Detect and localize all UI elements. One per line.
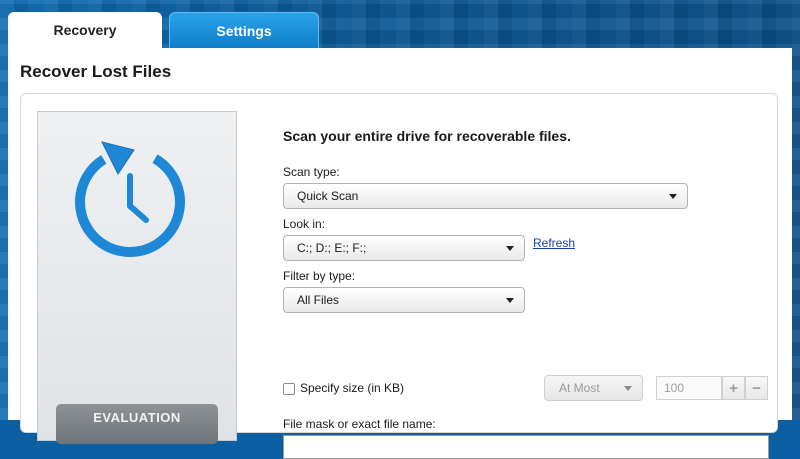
chevron-down-icon xyxy=(624,386,632,391)
look-in-value: C:; D:; E:; F:; xyxy=(297,241,367,255)
tab-recovery[interactable]: Recovery xyxy=(8,12,162,48)
size-mode-value: At Most xyxy=(559,381,600,395)
tab-recovery-label: Recovery xyxy=(53,22,117,38)
size-mode-select[interactable]: At Most xyxy=(544,375,643,401)
evaluation-badge: EVALUATION xyxy=(56,404,218,444)
side-panel: EVALUATION xyxy=(37,111,237,444)
size-input-placeholder: 100 xyxy=(664,381,685,395)
tab-settings-label: Settings xyxy=(216,22,272,39)
filter-label: Filter by type: xyxy=(283,269,356,283)
chevron-down-icon xyxy=(506,298,514,303)
plus-icon: + xyxy=(729,379,738,397)
size-increment-button[interactable]: + xyxy=(722,376,745,400)
main-panel: Recover Lost Files EVALUATION Scan your … xyxy=(8,48,792,459)
size-input[interactable]: 100 xyxy=(656,376,722,400)
scan-type-select[interactable]: Quick Scan xyxy=(283,183,688,209)
look-in-label: Look in: xyxy=(283,217,326,231)
scan-form: Scan your entire drive for recoverable f… xyxy=(283,94,773,459)
filter-value: All Files xyxy=(297,293,340,307)
tab-settings[interactable]: Settings xyxy=(169,12,319,48)
chevron-down-icon xyxy=(506,246,514,251)
scan-type-label: Scan type: xyxy=(283,165,340,179)
form-heading: Scan your entire drive for recoverable f… xyxy=(283,128,571,144)
content-box: EVALUATION Scan your entire drive for re… xyxy=(20,93,778,459)
look-in-select[interactable]: C:; D:; E:; F:; xyxy=(283,235,525,261)
chevron-down-icon xyxy=(669,194,677,199)
minus-icon: − xyxy=(752,379,761,397)
page-title: Recover Lost Files xyxy=(20,62,172,81)
refresh-link[interactable]: Refresh xyxy=(533,236,575,250)
file-mask-input[interactable] xyxy=(283,435,769,459)
specify-size-label: Specify size (in KB) xyxy=(300,381,405,395)
filter-select[interactable]: All Files xyxy=(283,287,525,313)
restore-clock-icon xyxy=(75,141,185,257)
size-decrement-button[interactable]: − xyxy=(745,376,768,400)
specify-size-checkbox[interactable] xyxy=(283,383,295,395)
scan-type-value: Quick Scan xyxy=(297,189,359,203)
file-mask-label: File mask or exact file name: xyxy=(283,417,436,431)
